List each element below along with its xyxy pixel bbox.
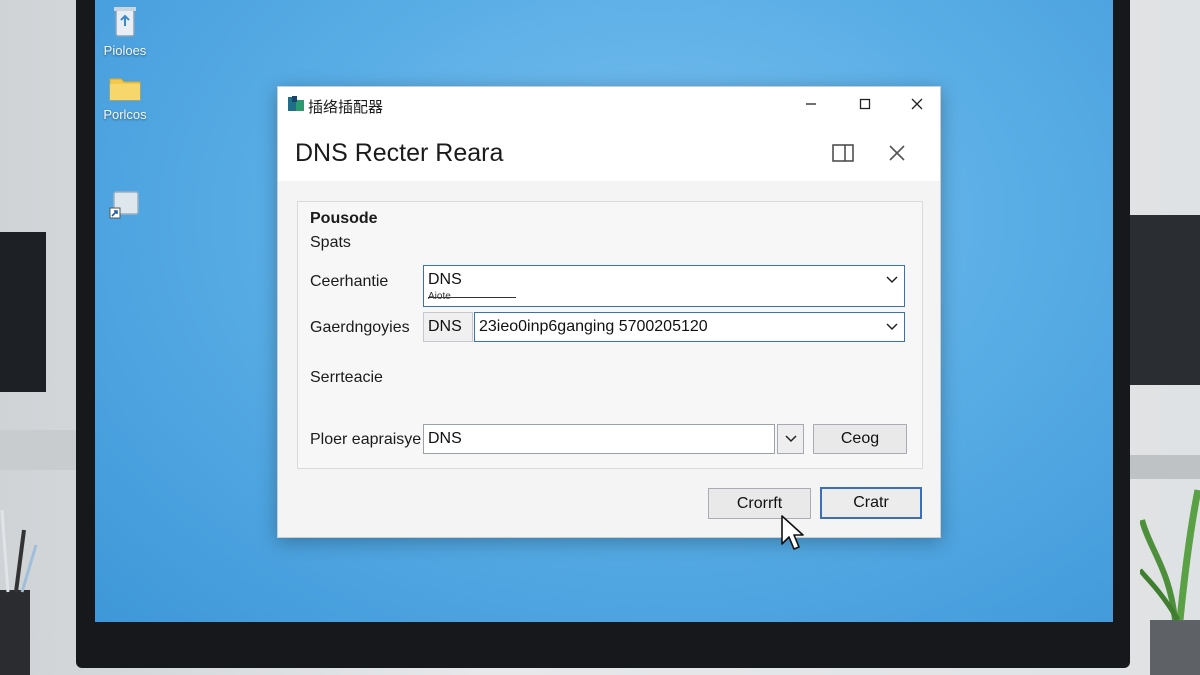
plant [1140, 489, 1200, 675]
close-icon [911, 98, 923, 110]
app-icon [288, 96, 304, 111]
desktop-icon-label: Porlcos [103, 107, 147, 122]
window-title: 插络插配器 [308, 99, 384, 116]
close-icon [889, 145, 905, 161]
section-title: Pousode [310, 210, 378, 227]
first-field-select[interactable]: DNS Aiote [423, 265, 905, 307]
second-field-label: Gaerdngoyies [310, 319, 410, 336]
third-field-action-button[interactable]: Ceog [813, 424, 907, 454]
settings-group: Pousode Spats Ceerhantie DNS Aiote Gaerd… [297, 201, 923, 469]
first-field-value: DNS [428, 271, 462, 288]
mouse-cursor-icon [781, 515, 804, 550]
pen-holder [0, 509, 38, 675]
third-field-label: Ploer eapraisye [310, 431, 422, 448]
maximize-icon [859, 98, 871, 110]
second-field-value: 23ieo0inp6ganging 5700205120 [479, 318, 708, 335]
minimize-icon [806, 103, 816, 105]
chevron-down-icon [886, 323, 898, 331]
desktop-screen: Pioloes Porlcos 插络插配器 DNS Recter Reara P… [95, 0, 1113, 622]
title-bar[interactable]: 插络插配器 [278, 87, 940, 121]
minimize-button[interactable] [798, 93, 824, 115]
recycle-bin-icon [114, 7, 136, 37]
chevron-down-icon [886, 276, 898, 284]
dialog-close-button[interactable] [882, 140, 912, 166]
third-field-value: DNS [428, 430, 462, 447]
section-subtitle: Spats [310, 234, 351, 251]
background-monitor-right [1130, 215, 1200, 385]
background-monitor [0, 232, 46, 392]
third-field-input[interactable]: DNS [423, 424, 775, 454]
background-shelf [0, 430, 80, 470]
shortcut-icon [109, 191, 139, 219]
desktop-icon-recycle-bin[interactable]: Pioloes [95, 4, 160, 60]
second-field-prefix: DNS [423, 312, 473, 342]
first-field-label: Ceerhantie [310, 273, 389, 290]
close-button[interactable] [904, 93, 930, 115]
folder-icon [109, 78, 141, 101]
dns-dialog-window: 插络插配器 DNS Recter Reara Pousode Spats Cee… [277, 86, 941, 538]
second-field-select[interactable]: 23ieo0inp6ganging 5700205120 [474, 312, 905, 342]
hint-underline [428, 297, 516, 298]
chevron-down-icon [784, 435, 797, 443]
primary-button[interactable]: Cratr [820, 487, 922, 519]
dialog-heading: DNS Recter Reara [295, 139, 504, 167]
third-field-dropdown-button[interactable] [777, 424, 804, 454]
desktop-icon-shortcut[interactable] [95, 188, 160, 226]
desktop-icon-label: Pioloes [103, 43, 147, 58]
service-label: Serrteacie [310, 369, 383, 386]
maximize-button[interactable] [852, 93, 878, 115]
desktop-icon-folder[interactable]: Porlcos [95, 74, 160, 124]
panel-icon [832, 144, 854, 162]
panel-toggle-button[interactable] [828, 140, 858, 166]
dialog-header: DNS Recter Reara [278, 121, 940, 181]
